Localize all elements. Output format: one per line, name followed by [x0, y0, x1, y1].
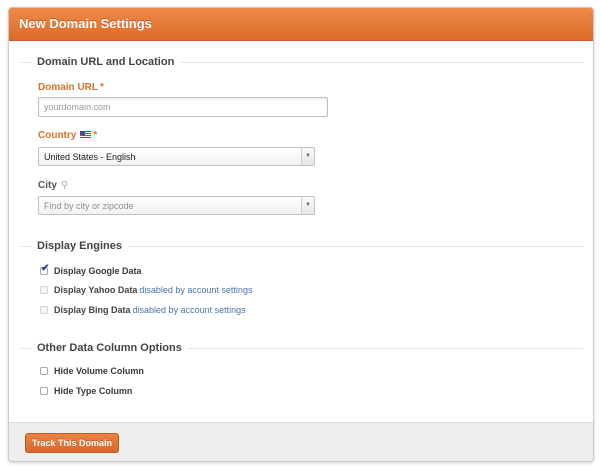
- section-other-options: Other Data Column Options: [21, 341, 583, 355]
- us-flag-icon: [80, 131, 92, 138]
- required-marker: *: [100, 82, 104, 93]
- domain-url-label: Domain URL *: [38, 82, 104, 94]
- chevron-down-icon[interactable]: ▼: [301, 148, 314, 165]
- section-display-engines: Display Engines: [21, 239, 583, 253]
- country-label: Country *: [38, 130, 97, 142]
- track-domain-button[interactable]: Track This Domain: [25, 433, 119, 453]
- panel-title: New Domain Settings: [19, 16, 152, 31]
- required-marker: *: [93, 130, 98, 141]
- panel-header: New Domain Settings: [9, 8, 593, 41]
- google-data-checkbox[interactable]: ✔: [40, 263, 49, 275]
- checkbox-label: Display Google Data: [54, 265, 142, 277]
- section-domain-location: Domain URL and Location: [21, 55, 583, 69]
- domain-url-label-text: Domain URL: [38, 82, 98, 93]
- country-select-value: United States - English: [44, 152, 136, 162]
- country-label-text: Country: [38, 130, 77, 141]
- yahoo-data-checkbox: [40, 286, 48, 294]
- checkbox-label: Display Bing Data disabled by account set…: [54, 304, 246, 316]
- country-select[interactable]: United States - English ▼: [38, 147, 315, 166]
- chevron-down-icon[interactable]: ▼: [301, 197, 314, 214]
- domain-url-input[interactable]: [38, 97, 328, 117]
- hide-type-checkbox[interactable]: [40, 387, 48, 395]
- section-legend: Other Data Column Options: [31, 341, 188, 355]
- disabled-note: disabled by account settings: [132, 305, 246, 315]
- map-pin-icon: ⚲: [60, 180, 69, 191]
- checkbox-label: Hide Type Column: [54, 385, 132, 397]
- check-icon: ✔: [41, 263, 50, 274]
- checkbox-label: Display Yahoo Data disabled by account se…: [54, 284, 252, 296]
- checkbox-label-text: Hide Type Column: [54, 386, 133, 396]
- disabled-note: disabled by account settings: [139, 285, 253, 295]
- bing-data-checkbox: [40, 306, 48, 314]
- city-select[interactable]: Find by city or zipcode ▼: [38, 196, 315, 215]
- checkbox-label-text: Display Bing Data: [54, 305, 131, 315]
- panel-footer: Track This Domain: [9, 422, 593, 461]
- city-select-placeholder: Find by city or zipcode: [44, 201, 134, 211]
- checkbox-label-text: Hide Volume Column: [54, 366, 144, 376]
- checkbox-label-text: Display Yahoo Data: [54, 285, 138, 295]
- city-label-text: City: [38, 180, 57, 191]
- checkbox-label: Hide Volume Column: [54, 365, 144, 377]
- domain-settings-panel: New Domain Settings Domain URL and Locat…: [8, 7, 594, 462]
- section-legend: Display Engines: [31, 239, 128, 253]
- city-label: City ⚲: [38, 180, 68, 192]
- section-legend: Domain URL and Location: [31, 55, 181, 69]
- hide-volume-checkbox[interactable]: [40, 367, 48, 375]
- checkbox-label-text: Display Google Data: [54, 266, 142, 276]
